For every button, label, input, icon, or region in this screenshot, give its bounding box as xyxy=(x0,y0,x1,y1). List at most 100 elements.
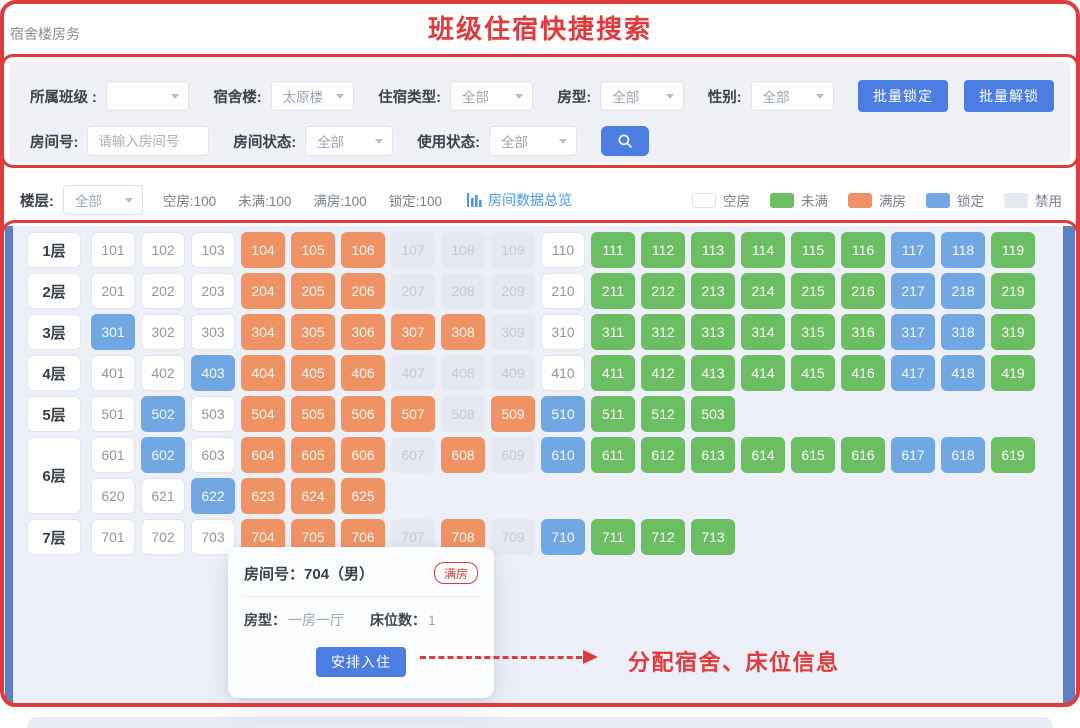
batch-unlock-button[interactable]: 批量解锁 xyxy=(964,80,1054,112)
room-tile[interactable]: 215 xyxy=(791,273,835,309)
room-tile[interactable]: 623 xyxy=(241,478,285,514)
room-tile[interactable]: 611 xyxy=(591,437,635,473)
room-tile[interactable]: 301 xyxy=(91,314,135,350)
room-type-select[interactable]: 全部 xyxy=(600,81,683,111)
room-tile[interactable]: 216 xyxy=(841,273,885,309)
room-tile[interactable]: 401 xyxy=(91,355,135,391)
room-tile[interactable]: 621 xyxy=(141,478,185,514)
room-tile[interactable]: 413 xyxy=(691,355,735,391)
room-tile[interactable]: 318 xyxy=(941,314,985,350)
room-tile[interactable]: 201 xyxy=(91,273,135,309)
room-tile[interactable]: 510 xyxy=(541,396,585,432)
floor-select[interactable]: 全部 xyxy=(63,185,143,215)
room-tile[interactable]: 307 xyxy=(391,314,435,350)
stay-type-select[interactable]: 全部 xyxy=(450,81,533,111)
room-tile[interactable]: 506 xyxy=(341,396,385,432)
room-tile[interactable]: 417 xyxy=(891,355,935,391)
room-tile[interactable]: 312 xyxy=(641,314,685,350)
room-tile[interactable]: 612 xyxy=(641,437,685,473)
room-tile[interactable]: 212 xyxy=(641,273,685,309)
room-tile[interactable]: 310 xyxy=(541,314,585,350)
right-edge-scrollbar[interactable] xyxy=(1063,226,1075,703)
room-tile[interactable]: 509 xyxy=(491,396,535,432)
room-tile[interactable]: 619 xyxy=(991,437,1035,473)
room-tile[interactable]: 210 xyxy=(541,273,585,309)
room-tile[interactable]: 308 xyxy=(441,314,485,350)
room-tile[interactable]: 505 xyxy=(291,396,335,432)
room-tile[interactable]: 602 xyxy=(141,437,185,473)
room-tile[interactable]: 217 xyxy=(891,273,935,309)
room-tile[interactable]: 116 xyxy=(841,232,885,268)
room-tile[interactable]: 606 xyxy=(341,437,385,473)
room-tile[interactable]: 118 xyxy=(941,232,985,268)
room-tile[interactable]: 416 xyxy=(841,355,885,391)
room-tile[interactable]: 204 xyxy=(241,273,285,309)
room-tile[interactable]: 504 xyxy=(241,396,285,432)
room-tile[interactable]: 111 xyxy=(591,232,635,268)
room-tile[interactable]: 203 xyxy=(191,273,235,309)
room-tile[interactable]: 403 xyxy=(191,355,235,391)
room-tile[interactable]: 211 xyxy=(591,273,635,309)
room-tile[interactable]: 119 xyxy=(991,232,1035,268)
room-tile[interactable]: 703 xyxy=(191,519,235,555)
room-tile[interactable]: 117 xyxy=(891,232,935,268)
room-tile[interactable]: 405 xyxy=(291,355,335,391)
room-tile[interactable]: 316 xyxy=(841,314,885,350)
room-tile[interactable]: 219 xyxy=(991,273,1035,309)
room-tile[interactable]: 622 xyxy=(191,478,235,514)
room-tile[interactable]: 103 xyxy=(191,232,235,268)
room-tile[interactable]: 702 xyxy=(141,519,185,555)
room-tile[interactable]: 317 xyxy=(891,314,935,350)
room-tile[interactable]: 711 xyxy=(591,519,635,555)
room-tile[interactable]: 603 xyxy=(191,437,235,473)
assign-checkin-button[interactable]: 安排入住 xyxy=(316,647,406,677)
search-button[interactable] xyxy=(601,126,649,156)
room-tile[interactable]: 601 xyxy=(91,437,135,473)
room-tile[interactable]: 412 xyxy=(641,355,685,391)
room-tile[interactable]: 406 xyxy=(341,355,385,391)
room-tile[interactable]: 206 xyxy=(341,273,385,309)
room-tile[interactable]: 614 xyxy=(741,437,785,473)
room-tile[interactable]: 319 xyxy=(991,314,1035,350)
room-tile[interactable]: 313 xyxy=(691,314,735,350)
building-select[interactable]: 太原楼 xyxy=(271,81,354,111)
room-tile[interactable]: 617 xyxy=(891,437,935,473)
room-tile[interactable]: 713 xyxy=(691,519,735,555)
room-tile[interactable]: 305 xyxy=(291,314,335,350)
room-tile[interactable]: 712 xyxy=(641,519,685,555)
room-tile[interactable]: 410 xyxy=(541,355,585,391)
room-tile[interactable]: 605 xyxy=(291,437,335,473)
room-tile[interactable]: 616 xyxy=(841,437,885,473)
room-tile[interactable]: 302 xyxy=(141,314,185,350)
room-tile[interactable]: 304 xyxy=(241,314,285,350)
room-tile[interactable]: 202 xyxy=(141,273,185,309)
room-tile[interactable]: 112 xyxy=(641,232,685,268)
room-tile[interactable]: 418 xyxy=(941,355,985,391)
room-number-input[interactable] xyxy=(87,126,209,156)
room-tile[interactable]: 613 xyxy=(691,437,735,473)
room-tile[interactable]: 507 xyxy=(391,396,435,432)
room-tile[interactable]: 315 xyxy=(791,314,835,350)
room-tile[interactable]: 503 xyxy=(191,396,235,432)
room-tile[interactable]: 306 xyxy=(341,314,385,350)
use-status-select[interactable]: 全部 xyxy=(489,126,577,156)
room-tile[interactable]: 512 xyxy=(641,396,685,432)
room-tile[interactable]: 615 xyxy=(791,437,835,473)
room-tile[interactable]: 404 xyxy=(241,355,285,391)
room-tile[interactable]: 502 xyxy=(141,396,185,432)
room-tile[interactable]: 618 xyxy=(941,437,985,473)
room-tile[interactable]: 604 xyxy=(241,437,285,473)
room-tile[interactable]: 620 xyxy=(91,478,135,514)
room-tile[interactable]: 105 xyxy=(291,232,335,268)
room-tile[interactable]: 113 xyxy=(691,232,735,268)
room-tile[interactable]: 419 xyxy=(991,355,1035,391)
room-tile[interactable]: 213 xyxy=(691,273,735,309)
room-tile[interactable]: 501 xyxy=(91,396,135,432)
class-select[interactable] xyxy=(106,81,189,111)
room-tile[interactable]: 608 xyxy=(441,437,485,473)
room-tile[interactable]: 102 xyxy=(141,232,185,268)
room-data-overview-link[interactable]: 房间数据总览 xyxy=(466,190,572,210)
room-tile[interactable]: 411 xyxy=(591,355,635,391)
room-tile[interactable]: 214 xyxy=(741,273,785,309)
room-tile[interactable]: 314 xyxy=(741,314,785,350)
